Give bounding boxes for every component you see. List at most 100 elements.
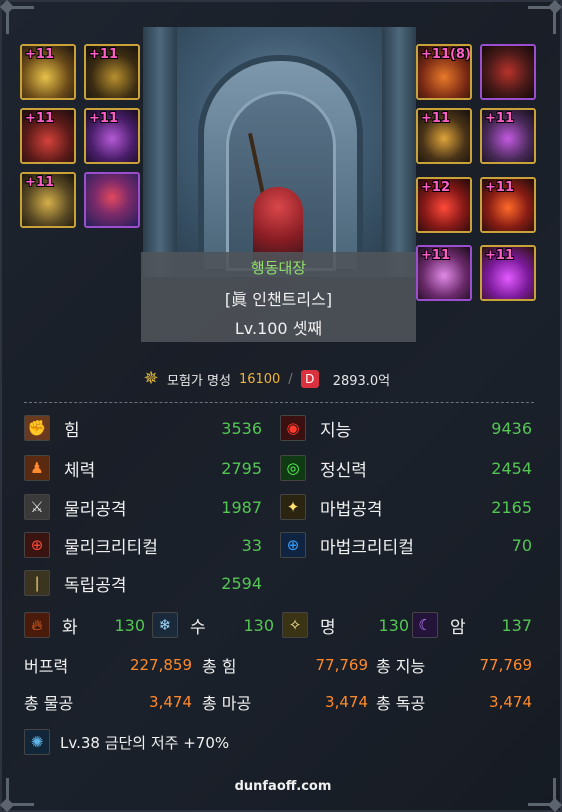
- equip-slot-bottom[interactable]: +11: [84, 108, 140, 164]
- buff-value: 227,859: [129, 656, 192, 674]
- curse-row: ✺ Lv.38 금단의 저주 +70%: [24, 728, 229, 756]
- element-light: ✧ 명 130: [282, 611, 409, 639]
- total-indep: 총 독공 3,474: [376, 690, 532, 714]
- stat-value: 2594: [221, 573, 262, 593]
- equip-slot-magic-stone[interactable]: +11: [416, 245, 472, 301]
- curse-icon: ✺: [24, 729, 50, 755]
- buff-value: 3,474: [149, 693, 192, 711]
- aura-icon: [482, 46, 534, 98]
- enhance-level: +11: [25, 47, 54, 62]
- element-water: ❄ 수 130: [152, 611, 274, 639]
- enhance-level: +11: [25, 175, 54, 190]
- element-fire: 🔥︎ 화 130: [24, 611, 145, 639]
- enhance-level: +12: [421, 180, 450, 195]
- strength-icon: ✊: [24, 415, 50, 441]
- stat-value: 2165: [491, 497, 532, 517]
- equip-slot-earring[interactable]: +11: [480, 245, 536, 301]
- fame-row: ✵ 모험가 명성 16100 / D 2893.0억: [141, 368, 390, 390]
- enhance-level: +11: [485, 248, 514, 263]
- water-icon: ❄: [152, 612, 178, 638]
- stat-label: 마법크리티컬: [320, 537, 414, 558]
- equip-slot-ring[interactable]: +12: [416, 177, 472, 233]
- spirit-icon: ◎: [280, 455, 306, 481]
- buff-label: 총 마공: [202, 694, 252, 713]
- equip-slot-necklace[interactable]: +11: [480, 108, 536, 164]
- equip-slot-shoulder[interactable]: +11: [84, 44, 140, 100]
- total-str: 총 힘 77,769: [202, 653, 368, 677]
- dark-icon: ☾: [412, 612, 438, 638]
- independent-attack-icon: ❘: [24, 570, 50, 596]
- stat-vit: ♟ 체력 2795: [24, 454, 262, 482]
- element-value: 130: [243, 615, 274, 635]
- buff-label: 총 물공: [24, 694, 74, 713]
- enhance-level: +11: [421, 111, 450, 126]
- element-label: 화: [62, 617, 78, 638]
- divider: [24, 402, 534, 403]
- character-name-box: 행동대장 [眞 인챈트리스] Lv.100 셋째: [141, 252, 416, 342]
- creature-icon: [86, 174, 138, 226]
- stat-label: 물리크리티컬: [64, 537, 158, 558]
- stat-value: 33: [241, 535, 262, 555]
- element-label: 명: [320, 617, 336, 638]
- equip-slot-bracelet[interactable]: +11: [416, 108, 472, 164]
- frame-corner: [0, 0, 34, 34]
- element-dark: ☾ 암 137: [412, 611, 532, 639]
- equip-slot-top[interactable]: +11: [20, 108, 76, 164]
- element-value: 130: [378, 615, 409, 635]
- fame-separator: /: [288, 371, 293, 387]
- crosshair-blue-icon: ⊕: [280, 532, 306, 558]
- stat-spr: ◎ 정신력 2454: [280, 454, 532, 482]
- stat-label: 독립공격: [64, 575, 127, 596]
- element-label: 암: [450, 617, 466, 638]
- stat-value: 70: [511, 535, 532, 555]
- stat-indep: ❘ 독립공격 2594: [24, 569, 262, 597]
- character-level: Lv.100 셋째: [234, 319, 323, 338]
- buff-power: 버프력 227,859: [24, 653, 192, 677]
- character-portrait: [143, 27, 416, 277]
- buff-label: 총 힘: [202, 657, 237, 676]
- stat-mcrit: ⊕ 마법크리티컬 70: [280, 531, 532, 559]
- stat-label: 물리공격: [64, 499, 127, 520]
- equip-slot-weapon[interactable]: +11: [20, 44, 76, 100]
- equip-slot-belt[interactable]: +11: [20, 172, 76, 228]
- fame-icon: ✵: [143, 368, 159, 389]
- total-int: 총 지능 77,769: [376, 653, 532, 677]
- buff-value: 77,769: [479, 656, 533, 674]
- buff-value: 3,474: [325, 693, 368, 711]
- enhance-level: +11: [485, 111, 514, 126]
- stat-int: ◉ 지능 9436: [280, 414, 532, 442]
- element-value: 130: [114, 615, 145, 635]
- stat-value: 1987: [221, 497, 262, 517]
- enhance-level: +11: [25, 111, 54, 126]
- element-value: 137: [501, 615, 532, 635]
- equip-slot-title[interactable]: +11(8): [416, 44, 472, 100]
- equip-slot-aura[interactable]: [480, 44, 536, 100]
- stat-value: 3536: [221, 418, 262, 438]
- crosshair-red-icon: ⊕: [24, 532, 50, 558]
- buff-label: 총 독공: [376, 694, 426, 713]
- equip-slot-support[interactable]: +11: [480, 177, 536, 233]
- equip-slot-creature[interactable]: [84, 172, 140, 228]
- enhance-level: +11: [89, 111, 118, 126]
- stat-label: 마법공격: [320, 499, 383, 520]
- frame-corner: [528, 0, 562, 34]
- magic-attack-icon: ✦: [280, 494, 306, 520]
- vitality-icon: ♟: [24, 455, 50, 481]
- stat-matk: ✦ 마법공격 2165: [280, 493, 532, 521]
- fire-icon: 🔥︎: [24, 612, 50, 638]
- d-badge-icon: D: [300, 370, 319, 388]
- enhance-level: +11: [421, 248, 450, 263]
- stat-label: 정신력: [320, 460, 367, 481]
- total-matk: 총 마공 3,474: [202, 690, 368, 714]
- dungeon-value: 2893.0억: [332, 373, 391, 389]
- character-name: [眞 인챈트리스]: [224, 290, 333, 309]
- stat-str: ✊ 힘 3536: [24, 414, 262, 442]
- buff-label: 버프력: [24, 657, 69, 676]
- stat-value: 9436: [491, 418, 532, 438]
- buff-value: 77,769: [315, 656, 369, 674]
- fame-label: 모험가 명성: [167, 373, 231, 389]
- buff-label: 총 지능: [376, 657, 426, 676]
- enhance-level: +11: [89, 47, 118, 62]
- curse-label: Lv.38 금단의 저주 +70%: [60, 733, 230, 752]
- stat-value: 2454: [491, 458, 532, 478]
